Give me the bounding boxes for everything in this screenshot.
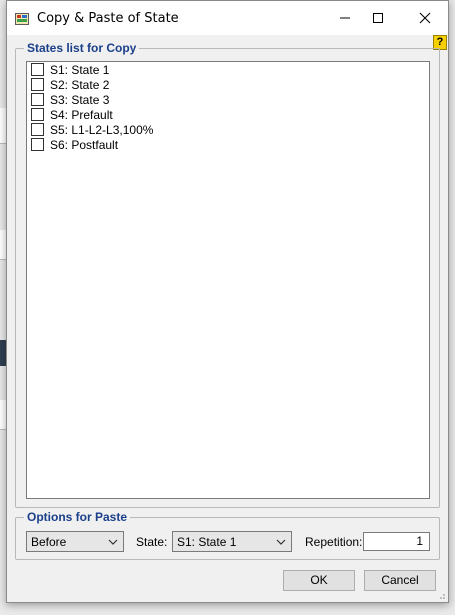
- states-list-group: States list for Copy S1: State 1 S2: Sta…: [15, 41, 440, 508]
- state-item-label: S3: State 3: [50, 92, 110, 107]
- paste-state-value: S1: State 1: [177, 534, 237, 549]
- state-checkbox[interactable]: [31, 63, 44, 76]
- paste-position-value: Before: [31, 534, 67, 549]
- state-checkbox[interactable]: [31, 93, 44, 106]
- app-icon: [15, 13, 29, 25]
- state-item-s5[interactable]: S5: L1-L2-L3,100%: [31, 122, 153, 137]
- window-title: Copy & Paste of State: [37, 11, 179, 26]
- close-button[interactable]: [405, 1, 445, 35]
- chevron-down-icon: [108, 539, 118, 545]
- state-checkbox[interactable]: [31, 108, 44, 121]
- state-checkbox[interactable]: [31, 123, 44, 136]
- state-item-label: S2: State 2: [50, 77, 110, 92]
- paste-state-select[interactable]: S1: State 1: [172, 531, 292, 552]
- states-list-legend: States list for Copy: [24, 41, 140, 55]
- state-item-label: S1: State 1: [50, 62, 110, 77]
- state-item-s6[interactable]: S6: Postfault: [31, 137, 118, 152]
- maximize-button[interactable]: [358, 1, 398, 35]
- state-checkbox[interactable]: [31, 78, 44, 91]
- paste-options-group: Options for Paste Before State: S1: Stat…: [15, 510, 440, 560]
- resize-grip-icon[interactable]: [436, 590, 446, 600]
- minimize-icon: [340, 17, 350, 19]
- maximize-icon: [373, 13, 383, 23]
- title-bar: Copy & Paste of State: [7, 1, 448, 35]
- close-icon: [419, 12, 431, 24]
- state-item-label: S5: L1-L2-L3,100%: [50, 122, 154, 137]
- chevron-down-icon: [276, 539, 286, 545]
- state-item-s2[interactable]: S2: State 2: [31, 77, 109, 92]
- state-checkbox[interactable]: [31, 138, 44, 151]
- paste-options-legend: Options for Paste: [24, 510, 131, 524]
- ok-button[interactable]: OK: [283, 570, 355, 591]
- paste-position-select[interactable]: Before: [26, 531, 124, 552]
- state-item-label: S6: Postfault: [50, 137, 119, 152]
- cancel-button[interactable]: Cancel: [364, 570, 436, 591]
- state-item-s1[interactable]: S1: State 1: [31, 62, 109, 77]
- repetition-label: Repetition:: [305, 535, 363, 549]
- states-checklist[interactable]: S1: State 1 S2: State 2 S3: State 3 S4: …: [26, 61, 430, 499]
- repetition-input[interactable]: 1: [363, 532, 430, 551]
- copy-paste-dialog: Copy & Paste of State ? States list for …: [6, 0, 449, 603]
- state-item-s4[interactable]: S4: Prefault: [31, 107, 113, 122]
- state-item-s3[interactable]: S3: State 3: [31, 92, 109, 107]
- state-item-label: S4: Prefault: [50, 107, 113, 122]
- state-label: State:: [136, 535, 168, 549]
